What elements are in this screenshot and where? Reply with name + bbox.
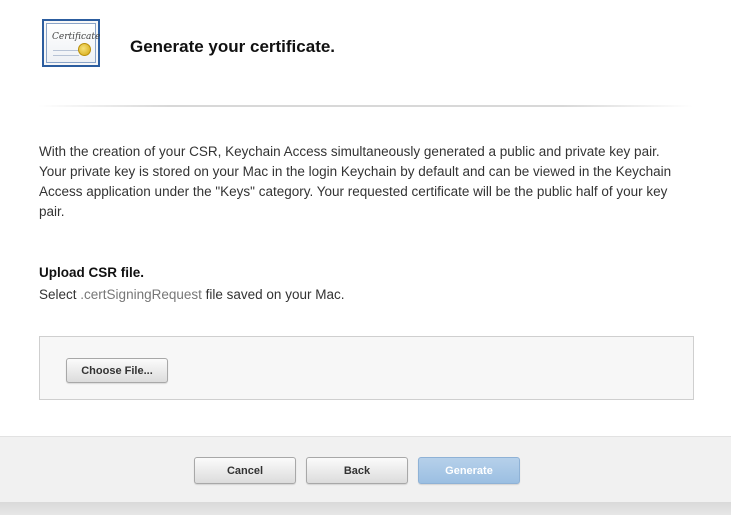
upload-title: Upload CSR file.	[39, 265, 145, 280]
upload-hint: Select .certSigningRequest file saved on…	[39, 287, 344, 302]
page-title: Generate your certificate.	[130, 37, 336, 56]
page-header: Certificate Generate your certificate.	[0, 0, 731, 108]
upload-hint-suffix: file saved on your Mac.	[205, 287, 345, 302]
upload-hint-prefix: Select	[39, 287, 77, 302]
description-text: With the creation of your CSR, Keychain …	[39, 144, 672, 219]
certificate-icon: Certificate	[42, 19, 100, 67]
header-divider	[38, 105, 693, 107]
choose-file-button[interactable]: Choose File...	[66, 358, 168, 383]
footer-bar: Cancel Back Generate	[0, 436, 731, 515]
file-upload-area: Choose File...	[39, 336, 694, 400]
cancel-button[interactable]: Cancel	[194, 457, 296, 484]
certificate-icon-script: Certificate	[52, 32, 101, 42]
generate-button[interactable]: Generate	[418, 457, 520, 484]
back-button[interactable]: Back	[306, 457, 408, 484]
footer-strip	[0, 502, 731, 515]
seal-icon	[78, 43, 91, 56]
file-extension: .certSigningRequest	[80, 287, 202, 302]
